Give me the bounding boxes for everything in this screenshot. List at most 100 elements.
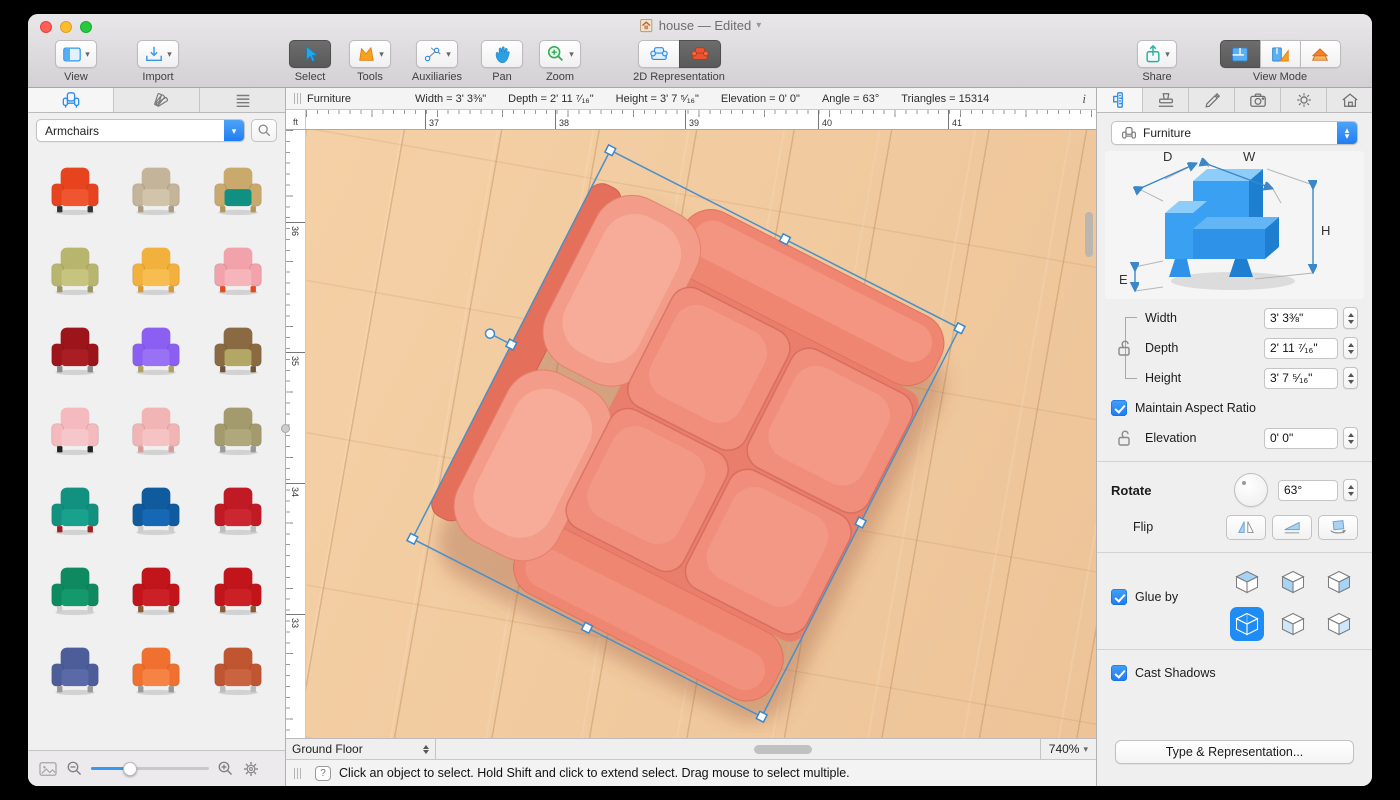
auxiliaries-button[interactable]: ▾ [416,40,458,68]
inspector-tab-building[interactable] [1327,88,1372,112]
canvas-horizontal-scrollbar[interactable] [754,745,812,754]
rotate-handle[interactable] [484,328,496,340]
width-label: Width [1145,311,1177,325]
canvas-zoom-control[interactable]: 740% ▾ [1040,739,1096,759]
select-button[interactable] [289,40,331,68]
view-mode-3d-button[interactable] [1300,40,1341,68]
info-icon[interactable]: i [1082,91,1086,107]
chair-pink-round[interactable] [116,398,198,462]
sidebar-tab-materials-library[interactable] [114,88,200,112]
zoom-out-icon[interactable] [66,760,83,777]
chair-olive[interactable] [34,238,116,302]
chair-orange-round[interactable] [116,638,198,702]
chair-purple[interactable] [116,318,198,382]
flip-3d-button[interactable] [1318,515,1358,540]
inspector-tab-object-properties[interactable] [1097,88,1143,112]
elevation-stepper[interactable] [1343,427,1358,449]
flip-vertical-button[interactable] [1272,515,1312,540]
rotate-stepper[interactable] [1343,479,1358,501]
glue-by-label: Glue by [1135,590,1178,604]
chair-red-wood-1[interactable] [116,558,198,622]
sidebar-tab-furniture-library[interactable] [28,88,114,112]
pan-button[interactable] [481,40,523,68]
tools-button[interactable]: ▾ [349,40,391,68]
document-icon [639,18,654,33]
panel-divider-grabber[interactable] [281,424,290,433]
glue-side-cube-icon[interactable] [1276,565,1310,599]
zoom-in-icon[interactable] [217,760,234,777]
glue-front-cube-icon[interactable] [1322,565,1356,599]
chair-beige[interactable] [116,158,198,222]
share-button[interactable]: ▾ [1137,40,1177,68]
canvas-vertical-scrollbar[interactable] [1085,212,1093,257]
inspector-tab-camera[interactable] [1235,88,1281,112]
flip-3d-icon [1326,518,1350,536]
chair-olive-chrome[interactable] [197,398,279,462]
chair-pink-metal[interactable] [34,398,116,462]
representation-2d-button[interactable] [638,40,680,68]
glue-bottom-side-cube-icon[interactable] [1276,607,1310,641]
height-stepper[interactable] [1343,367,1358,389]
close-button[interactable] [40,21,52,33]
width-input[interactable] [1264,308,1338,329]
selected-sofa-object[interactable] [381,134,976,733]
slider-thumb[interactable] [123,762,137,776]
chair-green-cube[interactable] [34,558,116,622]
depth-stepper[interactable] [1343,337,1358,359]
chair-rust[interactable] [197,638,279,702]
drag-grip-icon[interactable] [294,768,301,779]
glue-top-cube-icon[interactable] [1230,565,1264,599]
view-mode-2d-button[interactable] [1220,40,1261,68]
drag-grip-icon[interactable] [294,93,301,104]
chair-red-wood-2[interactable] [197,558,279,622]
search-button[interactable] [251,119,277,142]
maintain-aspect-ratio-checkbox[interactable] [1111,400,1127,416]
chair-wicker-teal[interactable] [197,158,279,222]
cast-shadows-checkbox[interactable] [1111,665,1127,681]
sidebar-tab-project-tree[interactable] [200,88,285,112]
chair-pink-orange[interactable] [197,238,279,302]
help-bubble-icon[interactable]: ? [315,766,331,781]
elevation-input[interactable] [1264,428,1338,449]
gear-icon[interactable] [242,760,260,778]
representation-3d-button[interactable] [679,40,721,68]
chair-blue-tub[interactable] [116,478,198,542]
chair-gold-tufted[interactable] [116,238,198,302]
chair-mission-wood[interactable] [197,318,279,382]
rotate-input[interactable] [1278,480,1338,501]
glue-floor-cube-icon[interactable] [1230,607,1264,641]
preview-image-icon[interactable] [38,761,58,777]
floor-selector[interactable]: Ground Floor [286,739,436,759]
category-select[interactable]: Armchairs ▾ [36,119,245,142]
height-input[interactable] [1264,368,1338,389]
thumbnail-zoom-slider[interactable] [91,762,209,776]
minimize-button[interactable] [60,21,72,33]
chair-teal-highback[interactable] [34,478,116,542]
zoom-button[interactable]: ▾ [539,40,581,68]
inspector-tab-materials[interactable] [1143,88,1189,112]
import-button[interactable]: ▾ [137,40,179,68]
chair-red-chrome[interactable] [197,478,279,542]
chair-navy-cube[interactable] [34,638,116,702]
view-button[interactable]: ▾ [55,40,97,68]
object-type-select[interactable]: Furniture ▴▾ [1111,121,1358,145]
title-chevron-icon[interactable]: ▾ [756,20,761,31]
flip-horizontal-button[interactable] [1226,515,1266,540]
chevron-down-icon: ▾ [1165,49,1170,60]
glue-by-checkbox[interactable] [1111,589,1127,605]
lock-open-icon[interactable] [1115,428,1135,448]
rotate-knob[interactable] [1234,473,1268,507]
view-mode-split-button[interactable] [1260,40,1301,68]
glue-bottom-front-cube-icon[interactable] [1322,607,1356,641]
floor-plan-canvas[interactable] [306,130,1096,738]
inspector-tab-edit[interactable] [1189,88,1235,112]
type-representation-button[interactable]: Type & Representation... [1115,740,1354,764]
chair-red-swoop[interactable] [34,158,116,222]
depth-input[interactable] [1264,338,1338,359]
zoom-window-button[interactable] [80,21,92,33]
width-stepper[interactable] [1343,307,1358,329]
window-title[interactable]: house — Edited ▾ [639,18,762,33]
chair-dark-red[interactable] [34,318,116,382]
elevation-label: Elevation [1145,431,1196,445]
inspector-tab-light[interactable] [1281,88,1327,112]
